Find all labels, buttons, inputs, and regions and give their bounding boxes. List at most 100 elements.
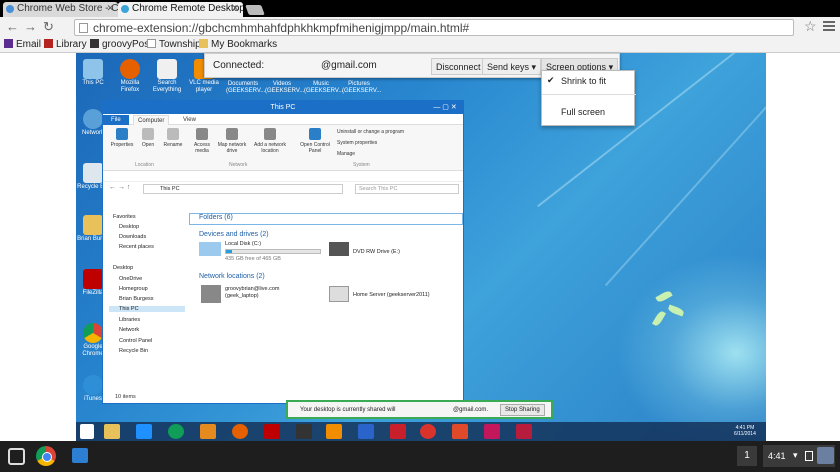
remote-desktop[interactable]: This PC Mozilla Firefox Search Everythin… (76, 53, 766, 441)
disk-usage-fill (226, 250, 233, 253)
rename-button[interactable]: Rename (161, 128, 185, 148)
ie-taskbar-icon[interactable] (136, 424, 152, 439)
sharing-bar: Your desktop is currently shared will @g… (286, 400, 553, 419)
netloc1-line1[interactable]: groovybrian@live.com (225, 286, 280, 293)
nav-onedrive[interactable]: OneDrive (119, 276, 142, 282)
disconnect-button[interactable]: Disconnect (431, 58, 486, 75)
group-network: Network (229, 162, 248, 168)
uninstall-button[interactable]: Uninstall or change a program (337, 129, 404, 135)
nav-desktop-root[interactable]: Desktop (113, 265, 133, 271)
nav-desktop[interactable]: Desktop (119, 224, 139, 230)
video-taskbar-icon[interactable] (484, 424, 500, 439)
back-icon[interactable]: ← (6, 20, 19, 34)
window-controls[interactable]: — ▢ ✕ (430, 103, 460, 112)
access-media-button[interactable]: Access media (191, 128, 213, 154)
tab-web-store[interactable]: Chrome Web Store - Chr ✕ (3, 2, 118, 17)
bookmark-township[interactable]: Township (147, 39, 201, 50)
phone-taskbar-icon[interactable] (296, 424, 312, 439)
nav-recycle-bin[interactable]: Recycle Bin (119, 348, 148, 354)
tab-remote-desktop[interactable]: Chrome Remote Desktop ✕ (118, 2, 243, 17)
nav-this-pc[interactable]: This PC (109, 306, 185, 312)
filezilla-taskbar-icon[interactable] (264, 424, 280, 439)
status-tray[interactable]: 4:41 ▾ (763, 445, 835, 467)
nav-user[interactable]: Brian Burgess (119, 296, 154, 302)
icon-label: FileZilla (82, 290, 104, 296)
dvd-label[interactable]: DVD RW Drive (E:) (353, 249, 400, 256)
folders-header[interactable]: Folders (6) (199, 214, 233, 221)
close-icon[interactable]: ✕ (231, 3, 239, 14)
desktop-icon-firefox[interactable]: Mozilla Firefox (113, 59, 147, 94)
tab-file[interactable]: File (103, 115, 129, 125)
network-locations-header[interactable]: Network locations (2) (199, 273, 265, 280)
bookmark-label: Email (16, 39, 42, 50)
nav-libraries[interactable]: Libraries (119, 317, 140, 323)
local-disk-label[interactable]: Local Disk (C:) (225, 241, 261, 248)
open-button[interactable]: Open (139, 128, 157, 148)
settings-taskbar-icon[interactable] (358, 424, 374, 439)
window-titlebar[interactable]: This PC — ▢ ✕ (103, 101, 463, 114)
reload-icon[interactable]: ↻ (43, 20, 54, 34)
music-taskbar-icon[interactable] (452, 424, 468, 439)
devices-header[interactable]: Devices and drives (2) (199, 231, 269, 238)
new-tab-button[interactable] (245, 5, 265, 15)
explorer-taskbar-icon[interactable] (104, 424, 120, 439)
netloc2-label[interactable]: Home Server (geekserver2011) (353, 292, 430, 299)
desktop-icon-documents[interactable]: Documents (GEEKSERV... (226, 81, 265, 95)
menu-label: Shrink to fit (561, 76, 607, 86)
tab-view[interactable]: View (179, 115, 200, 125)
windows-taskbar: 4:41 PM 6/11/2014 (76, 422, 766, 441)
forward-icon[interactable]: → (24, 20, 37, 34)
button-label: Open Control Panel (300, 142, 330, 154)
nav-favorites[interactable]: Favorites (113, 214, 136, 220)
menu-item-full-screen[interactable]: Full screen (542, 104, 636, 122)
control-panel-button[interactable]: Open Control Panel (297, 128, 333, 154)
app-taskbar-icon[interactable] (390, 424, 406, 439)
menu-icon[interactable] (823, 21, 835, 33)
icon-label: Google Chrome (82, 344, 104, 357)
nav-downloads[interactable]: Downloads (119, 234, 146, 240)
nav-arrows-icon[interactable]: ← → ↑ (109, 184, 130, 191)
omnibox[interactable]: chrome-extension://gbchcmhmhahfdphkhkmpf… (74, 19, 794, 36)
chrome-taskbar-icon[interactable] (168, 424, 184, 439)
map-drive-button[interactable]: Map network drive (215, 128, 249, 154)
nav-control-panel[interactable]: Control Panel (119, 338, 152, 344)
desktop-icon-everything[interactable]: Search Everything (150, 59, 184, 94)
launcher-icon[interactable] (8, 448, 25, 465)
media-taskbar-icon[interactable] (200, 424, 216, 439)
bookmark-library[interactable]: Library (44, 39, 87, 50)
files-app-icon[interactable] (72, 448, 88, 463)
nav-homegroup[interactable]: Homegroup (119, 286, 148, 292)
desktop-icon-this-pc[interactable]: This PC (76, 59, 110, 87)
properties-button[interactable]: Properties (109, 128, 135, 148)
calendar-taskbar-icon[interactable] (516, 424, 532, 439)
bookmark-email[interactable]: Email (4, 39, 41, 50)
chrome-icon[interactable] (36, 446, 56, 466)
nav-recent[interactable]: Recent places (119, 244, 154, 250)
desktop-icon-pictures[interactable]: Pictures (GEEKSERV... (342, 81, 381, 95)
add-location-button[interactable]: Add a network location (251, 128, 289, 154)
bookmark-groovypost[interactable]: groovyPost (90, 39, 152, 50)
firefox-taskbar-icon[interactable] (232, 424, 248, 439)
star-icon[interactable]: ☆ (804, 18, 817, 35)
close-icon[interactable]: ✕ (106, 3, 114, 14)
desktop-icon-music[interactable]: Music (GEEKSERV... (304, 81, 343, 95)
tab-computer[interactable]: Computer (133, 115, 170, 125)
windows-clock[interactable]: 4:41 PM 6/11/2014 (734, 425, 756, 437)
bookmark-label: My Bookmarks (211, 39, 278, 50)
vlc-taskbar-icon[interactable] (326, 424, 342, 439)
workspace-indicator[interactable]: 1 (737, 446, 757, 466)
bookmark-folder[interactable]: My Bookmarks (199, 39, 277, 50)
button-label: Rename (163, 142, 183, 148)
explorer-search-input[interactable]: Search This PC (355, 184, 459, 194)
disk-usage-bar (225, 249, 321, 254)
send-keys-button[interactable]: Send keys ▾ (482, 58, 542, 75)
start-button[interactable] (80, 424, 94, 439)
desktop-icon-videos[interactable]: Videos (GEEKSERV... (265, 81, 304, 95)
stop-sharing-button[interactable]: Stop Sharing (500, 404, 545, 416)
manage-button[interactable]: Manage (337, 151, 355, 157)
alarm-taskbar-icon[interactable] (420, 424, 436, 439)
nav-network[interactable]: Network (119, 327, 139, 333)
system-properties-button[interactable]: System properties (337, 140, 377, 146)
menu-item-shrink-to-fit[interactable]: ✔ Shrink to fit (542, 73, 636, 91)
explorer-address-bar[interactable]: This PC (143, 184, 343, 194)
